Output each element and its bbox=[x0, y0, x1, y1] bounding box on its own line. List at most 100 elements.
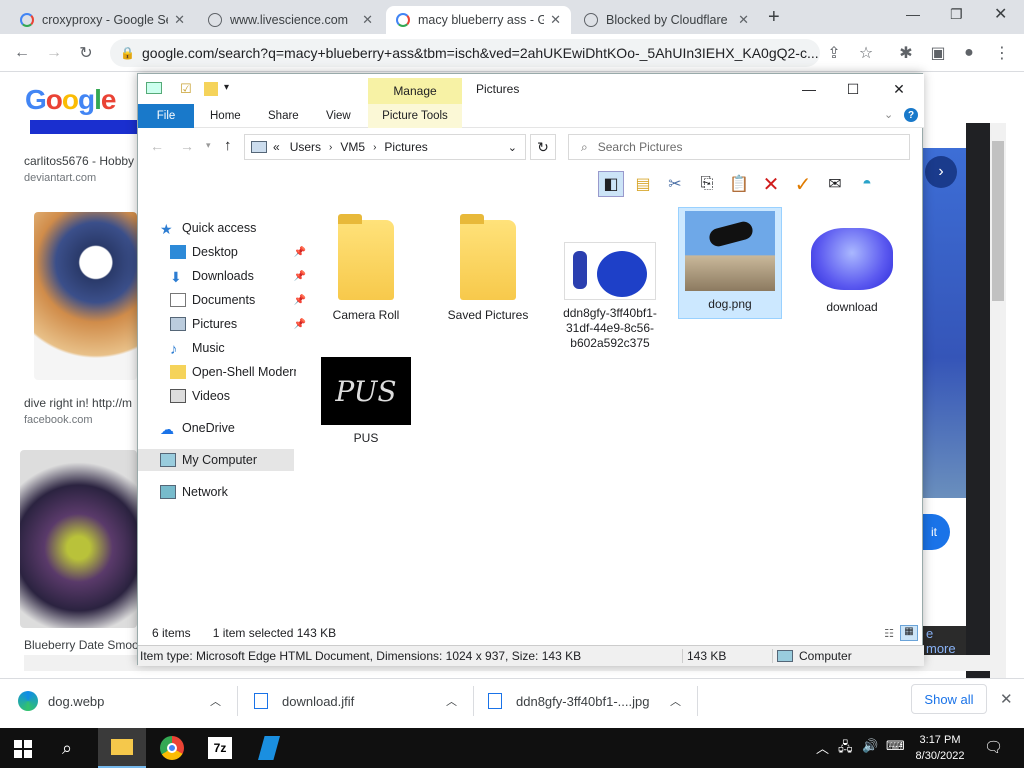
windows-start-icon[interactable] bbox=[14, 740, 32, 758]
quick-access-dropdown-icon[interactable]: ▾ bbox=[224, 82, 229, 93]
tab-livescience[interactable]: www.livescience.com ✕ bbox=[198, 6, 383, 34]
pin-icon[interactable]: 📌 bbox=[294, 319, 306, 330]
shell-icon[interactable]: ◓ bbox=[854, 171, 880, 197]
taskbar-file-explorer[interactable] bbox=[98, 728, 146, 768]
delete-icon[interactable]: ✕ bbox=[758, 171, 784, 197]
manage-context-tab[interactable]: Manage bbox=[368, 78, 462, 104]
restore-icon[interactable]: ❐ bbox=[950, 6, 963, 23]
close-tab-icon[interactable]: ✕ bbox=[738, 12, 749, 28]
pin-icon[interactable]: 📌 bbox=[294, 295, 306, 306]
result-image-tart[interactable] bbox=[34, 212, 137, 380]
properties-icon[interactable]: ☑ bbox=[180, 81, 192, 97]
maximize-icon[interactable]: ☐ bbox=[838, 79, 868, 99]
nav-open-shell[interactable]: Open-Shell Modern bbox=[170, 361, 296, 383]
chevron-up-icon[interactable]: ︿ bbox=[670, 693, 681, 709]
expand-ribbon-icon[interactable]: ⌄ bbox=[884, 108, 893, 121]
tab-view[interactable]: View bbox=[314, 104, 363, 128]
tab-share[interactable]: Share bbox=[256, 104, 311, 128]
nav-pictures[interactable]: Pictures 📌 bbox=[170, 313, 306, 335]
download-item-dog-webp[interactable]: dog.webp ︿ bbox=[12, 686, 238, 716]
show-hidden-icons[interactable]: ︿ bbox=[816, 738, 829, 757]
help-icon[interactable]: ? bbox=[904, 108, 918, 122]
share-icon[interactable]: ⇪ bbox=[822, 41, 846, 65]
paste-icon[interactable]: 📋 bbox=[726, 171, 752, 197]
next-arrow-icon[interactable]: › bbox=[925, 156, 957, 188]
result-caption[interactable]: carlitos5676 - Hobby bbox=[24, 154, 137, 168]
tab-macy-blueberry[interactable]: macy blueberry ass - G ✕ bbox=[386, 6, 571, 34]
copy-icon[interactable]: ⎘ bbox=[694, 171, 720, 197]
large-icons-view-icon[interactable]: ▦ bbox=[900, 625, 918, 641]
nav-desktop[interactable]: Desktop 📌 bbox=[170, 241, 306, 263]
tab-home[interactable]: Home bbox=[198, 104, 253, 128]
nav-my-computer[interactable]: My Computer bbox=[138, 449, 294, 471]
minimize-icon[interactable]: — bbox=[794, 79, 824, 99]
close-tab-icon[interactable]: ✕ bbox=[174, 12, 185, 28]
google-logo[interactable]: Google bbox=[25, 84, 116, 116]
file-ddn8gfy[interactable]: ddn8gfy-3ff40bf1-31df-44e9-8c56-b602a592… bbox=[558, 214, 662, 351]
bookmark-star-icon[interactable]: ☆ bbox=[854, 41, 878, 65]
checkmark-icon[interactable]: ✓ bbox=[790, 171, 816, 197]
tab-file[interactable]: File bbox=[138, 104, 194, 128]
cut-icon[interactable]: ✂ bbox=[662, 171, 688, 197]
forward-icon[interactable]: → bbox=[180, 138, 194, 154]
back-icon[interactable]: ← bbox=[150, 138, 164, 154]
nav-downloads[interactable]: ⬇ Downloads 📌 bbox=[170, 265, 306, 287]
tab-picture-tools[interactable]: Picture Tools bbox=[368, 104, 462, 128]
reload-icon[interactable]: ↻ bbox=[74, 41, 98, 65]
file-dog-png[interactable]: dog.png bbox=[678, 207, 782, 319]
see-more-link[interactable]: e more bbox=[922, 626, 966, 656]
email-icon[interactable]: ✉ bbox=[822, 171, 848, 197]
result-caption[interactable]: Blueberry Date Smoo bbox=[24, 638, 137, 652]
volume-icon[interactable]: 🔊 bbox=[862, 738, 878, 754]
file-download[interactable]: download bbox=[800, 214, 904, 315]
chevron-up-icon[interactable]: ︿ bbox=[446, 693, 457, 709]
file-saved-pictures[interactable]: Saved Pictures bbox=[436, 214, 540, 323]
side-panel-icon[interactable]: ▣ bbox=[926, 41, 950, 65]
nav-music[interactable]: ♪ Music bbox=[170, 337, 306, 359]
result-image-top[interactable] bbox=[30, 120, 137, 134]
notifications-icon[interactable]: 🗨 bbox=[984, 738, 1003, 756]
tab-croxyproxy[interactable]: croxyproxy - Google Se ✕ bbox=[10, 6, 195, 34]
show-all-button[interactable]: Show all bbox=[911, 684, 987, 714]
address-bar[interactable]: google.com/search?q=macy+blueberry+ass&t… bbox=[110, 39, 820, 67]
clock[interactable]: 3:17 PM 8/30/2022 bbox=[912, 732, 968, 764]
breadcrumb-pictures[interactable]: Pictures bbox=[384, 140, 427, 154]
new-folder-icon[interactable] bbox=[204, 82, 218, 96]
pin-icon[interactable]: 📌 bbox=[294, 247, 306, 258]
recent-locations-icon[interactable]: ▾ bbox=[206, 140, 211, 151]
search-input[interactable]: ⌕ Search Pictures bbox=[568, 134, 910, 160]
download-item-download-jfif[interactable]: download.jfif ︿ bbox=[248, 686, 474, 716]
breadcrumb-vm5[interactable]: VM5 bbox=[340, 140, 365, 154]
result-image-right[interactable] bbox=[922, 148, 966, 498]
pin-icon[interactable]: 📌 bbox=[294, 271, 306, 282]
back-icon[interactable]: ← bbox=[10, 41, 34, 65]
close-downloads-icon[interactable]: ✕ bbox=[1000, 690, 1013, 708]
language-icon[interactable]: ⌨ bbox=[886, 738, 905, 754]
menu-icon[interactable]: ⋮ bbox=[990, 41, 1014, 65]
7zip-icon[interactable]: 7z bbox=[208, 737, 232, 759]
nav-documents[interactable]: Documents 📌 bbox=[170, 289, 306, 311]
close-tab-icon[interactable]: ✕ bbox=[362, 12, 373, 28]
nav-network[interactable]: Network bbox=[160, 481, 296, 503]
nav-videos[interactable]: Videos bbox=[170, 385, 306, 407]
breadcrumb-overflow[interactable]: « bbox=[273, 140, 280, 154]
close-tab-icon[interactable]: ✕ bbox=[550, 12, 561, 28]
result-image-smoothie[interactable] bbox=[20, 450, 137, 628]
chrome-icon[interactable] bbox=[160, 736, 184, 760]
network-tray-icon[interactable]: 🖧 bbox=[838, 738, 853, 760]
breadcrumb-users[interactable]: Users bbox=[290, 140, 321, 154]
file-camera-roll[interactable]: Camera Roll bbox=[314, 214, 418, 323]
address-dropdown-icon[interactable]: ⌄ bbox=[508, 141, 517, 154]
profile-icon[interactable]: ● bbox=[957, 41, 981, 65]
tab-cloudflare[interactable]: Blocked by Cloudflare ✕ bbox=[574, 6, 759, 34]
minimize-icon[interactable]: — bbox=[906, 6, 920, 22]
forward-icon[interactable]: → bbox=[42, 41, 66, 65]
refresh-icon[interactable]: ↻ bbox=[530, 134, 556, 160]
nav-onedrive[interactable]: ☁ OneDrive bbox=[160, 417, 296, 439]
nav-quick-access[interactable]: ★ Quick access bbox=[160, 217, 296, 239]
search-icon[interactable]: ⌕ bbox=[62, 738, 72, 759]
close-icon[interactable]: ✕ bbox=[884, 79, 914, 99]
explorer-address-bar[interactable]: « Users › VM5 › Pictures ⌄ bbox=[244, 134, 526, 160]
file-pus[interactable]: PUS PUS bbox=[314, 357, 418, 446]
download-item-ddn8gfy[interactable]: ddn8gfy-3ff40bf1-....jpg ︿ bbox=[482, 686, 698, 716]
